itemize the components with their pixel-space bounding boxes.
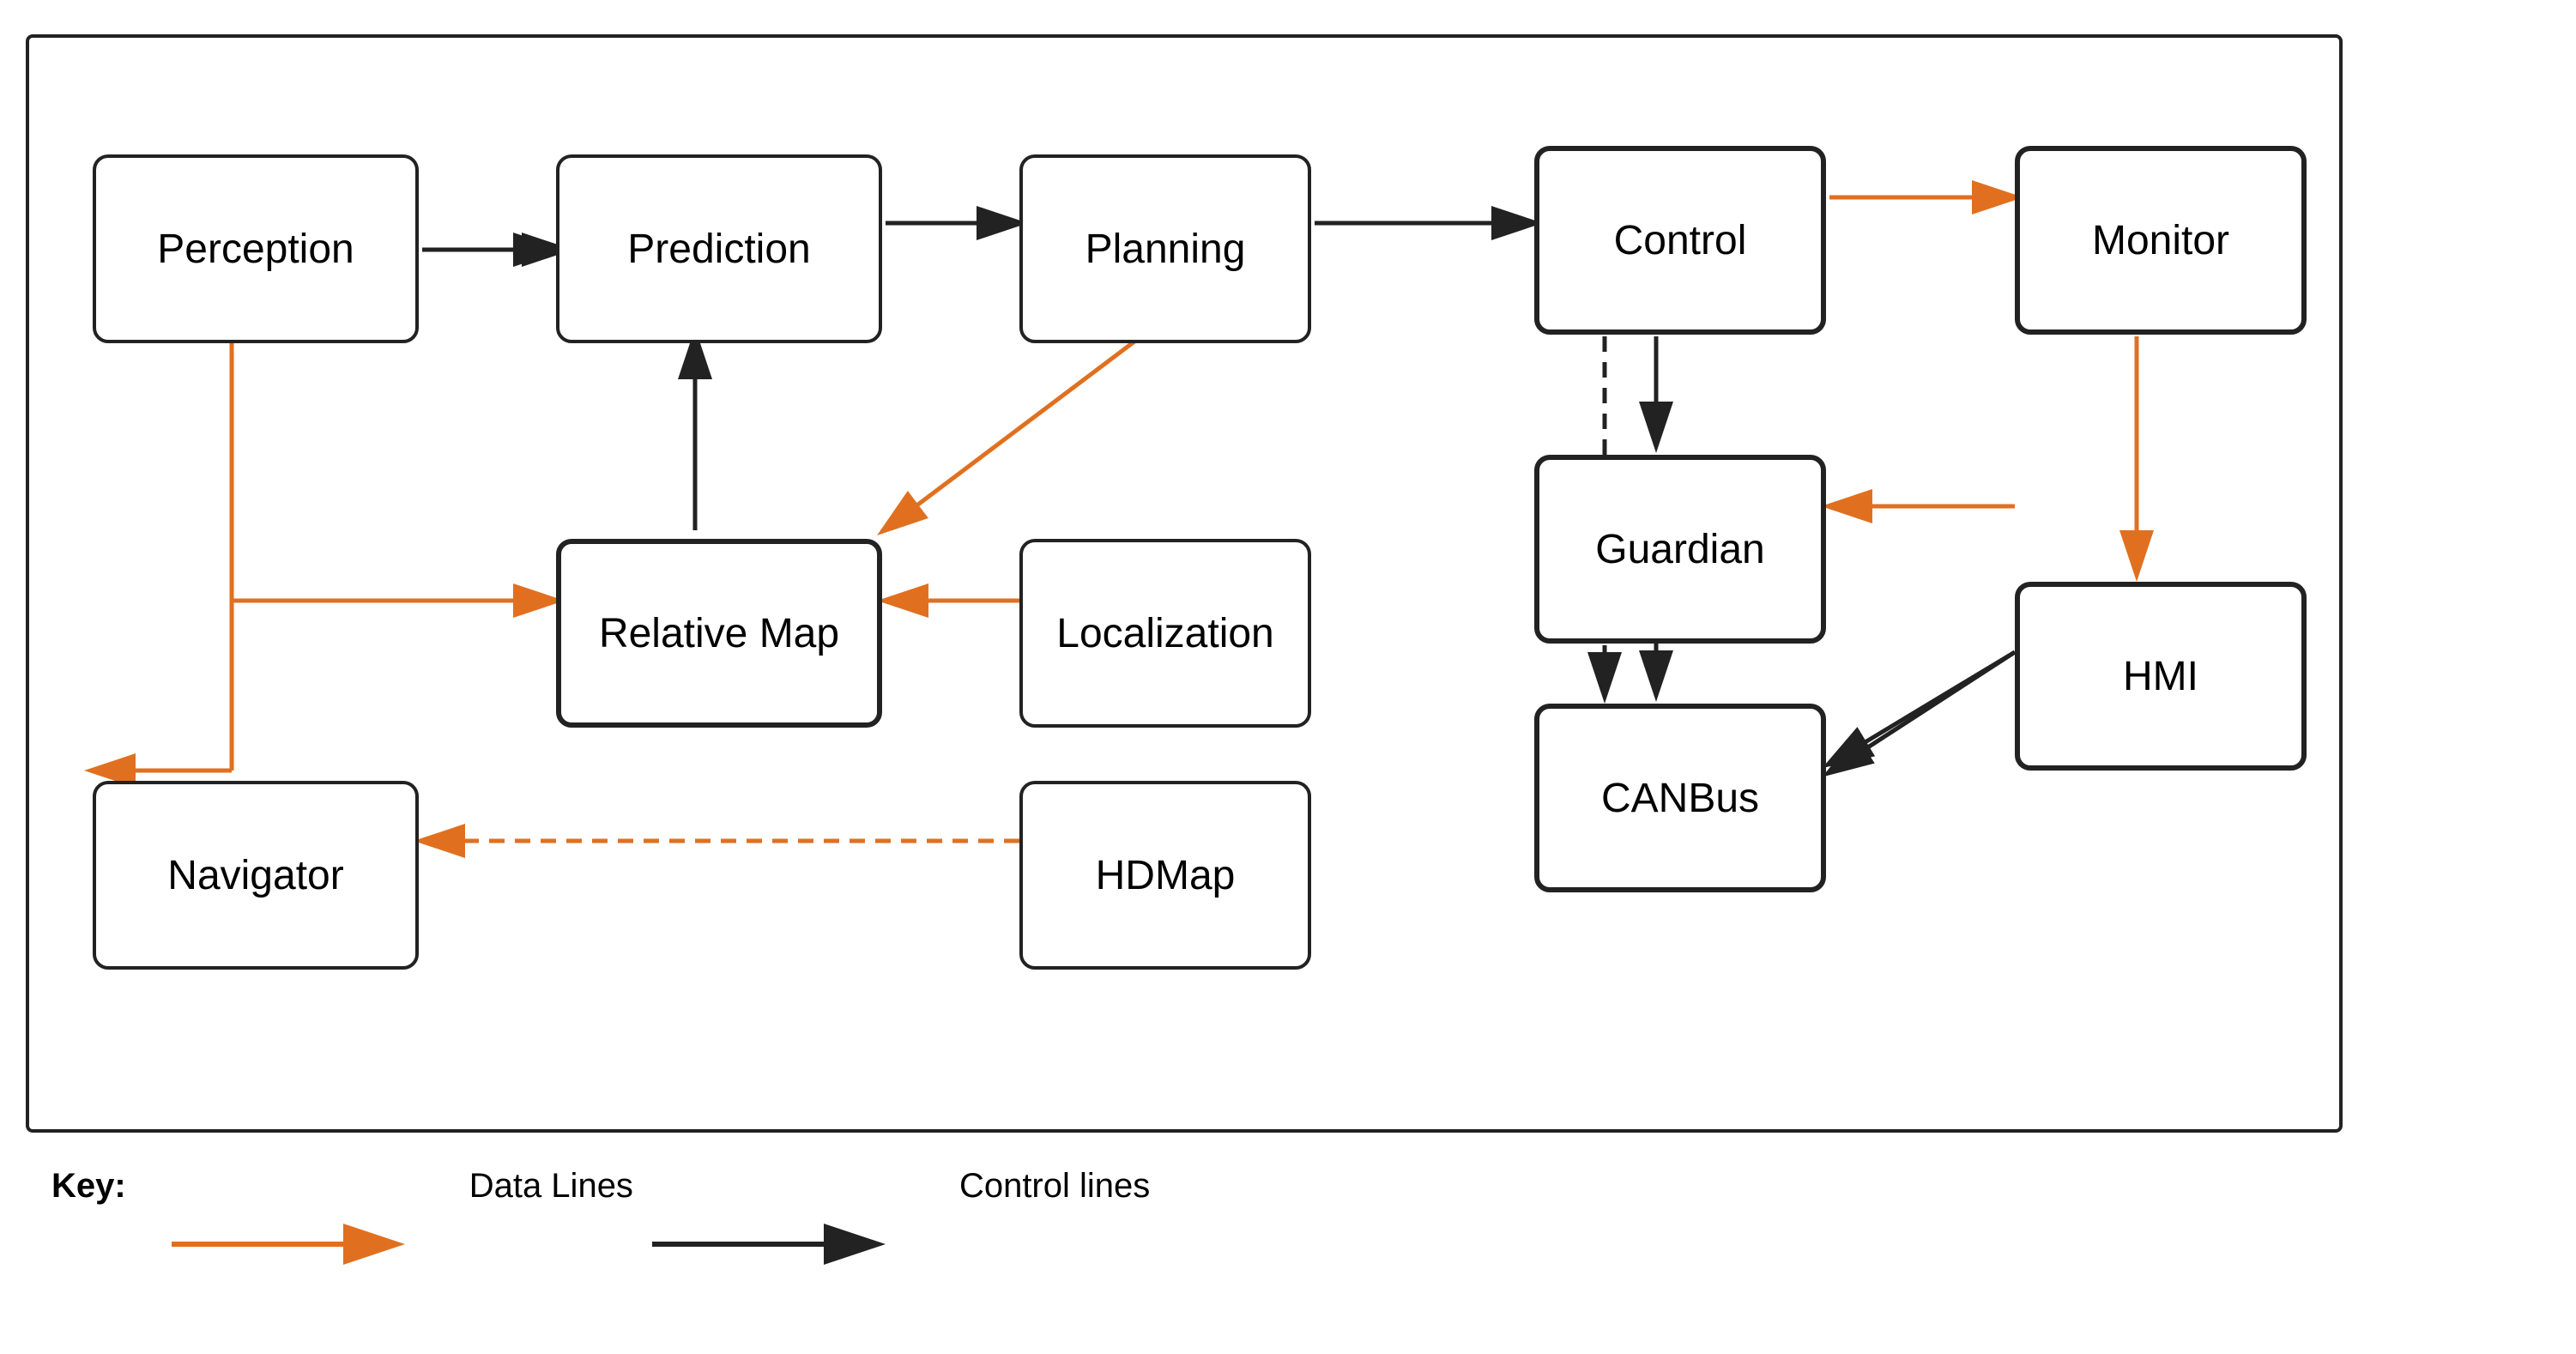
- key-control-lines-label: Control lines: [959, 1167, 1150, 1206]
- key-data-lines-label: Data Lines: [469, 1167, 633, 1206]
- guardian-node: Guardian: [1534, 455, 1826, 644]
- hmi-node: HMI: [2015, 582, 2307, 771]
- hdmap-label: HDMap: [1096, 852, 1236, 899]
- perception-node: Perception: [93, 154, 419, 343]
- key-label: Key:: [51, 1167, 126, 1206]
- localization-node: Localization: [1019, 539, 1311, 728]
- perception-label: Perception: [157, 226, 354, 273]
- monitor-node: Monitor: [2015, 146, 2307, 335]
- key-data-lines: Data Lines: [212, 1167, 633, 1206]
- planning-node: Planning: [1019, 154, 1311, 343]
- localization-label: Localization: [1056, 610, 1274, 657]
- prediction-node: Prediction: [556, 154, 882, 343]
- navigator-label: Navigator: [167, 852, 343, 899]
- planning-label: Planning: [1085, 226, 1246, 273]
- relativemap-node: Relative Map: [556, 539, 882, 728]
- relativemap-label: Relative Map: [599, 610, 839, 657]
- key-control-lines: Control lines: [702, 1167, 1150, 1206]
- navigator-node: Navigator: [93, 781, 419, 970]
- control-label: Control: [1614, 217, 1747, 264]
- hdmap-node: HDMap: [1019, 781, 1311, 970]
- canbus-label: CANBus: [1601, 775, 1759, 822]
- canbus-node: CANBus: [1534, 704, 1826, 892]
- guardian-label: Guardian: [1595, 526, 1764, 573]
- monitor-label: Monitor: [2092, 217, 2229, 264]
- prediction-label: Prediction: [627, 226, 810, 273]
- main-container: Perception Prediction Planning Control M…: [0, 0, 2576, 1354]
- control-node: Control: [1534, 146, 1826, 335]
- key-area: Key: Data Lines Control lines: [51, 1167, 1150, 1206]
- hmi-label: HMI: [2123, 653, 2198, 700]
